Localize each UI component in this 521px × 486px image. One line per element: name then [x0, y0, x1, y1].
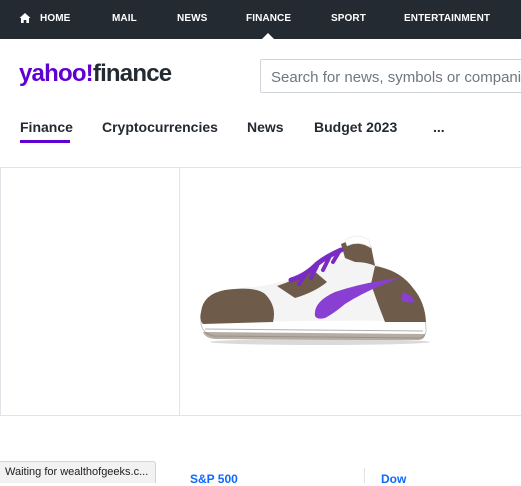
logo-yahoo-text: yahoo! [19, 60, 94, 87]
ticker-divider [364, 468, 365, 483]
home-icon[interactable] [19, 12, 31, 24]
tab-cryptocurrencies[interactable]: Cryptocurrencies [102, 119, 218, 135]
tab-more[interactable]: ... [433, 119, 445, 135]
yahoo-finance-logo[interactable]: yahoo!finance [19, 60, 172, 88]
nav-home-link[interactable]: HOME [40, 13, 70, 24]
active-tab-underline [20, 140, 70, 143]
search-input[interactable] [271, 67, 521, 87]
nav-news-link[interactable]: NEWS [177, 13, 207, 24]
nav-mail-link[interactable]: MAIL [112, 13, 137, 24]
ticker-dow[interactable]: Dow [381, 472, 406, 486]
active-nav-indicator [262, 33, 274, 39]
sneaker-image[interactable] [195, 232, 435, 347]
search-box [260, 59, 521, 93]
nav-finance-link[interactable]: FINANCE [246, 13, 291, 24]
tab-finance[interactable]: Finance [20, 119, 73, 135]
logo-finance-text: finance [92, 60, 172, 87]
ad-divider [179, 168, 180, 415]
nav-sport-link[interactable]: SPORT [331, 13, 366, 24]
ticker-sp500[interactable]: S&P 500 [190, 472, 238, 486]
nav-entertainment-link[interactable]: ENTERTAINMENT [404, 13, 490, 24]
browser-status-bar: Waiting for wealthofgeeks.c... [0, 461, 157, 483]
top-nav-bar: HOME MAIL NEWS FINANCE SPORT ENTERTAINME… [0, 0, 521, 39]
tab-budget-2023[interactable]: Budget 2023 [314, 119, 397, 135]
tab-news[interactable]: News [247, 119, 284, 135]
